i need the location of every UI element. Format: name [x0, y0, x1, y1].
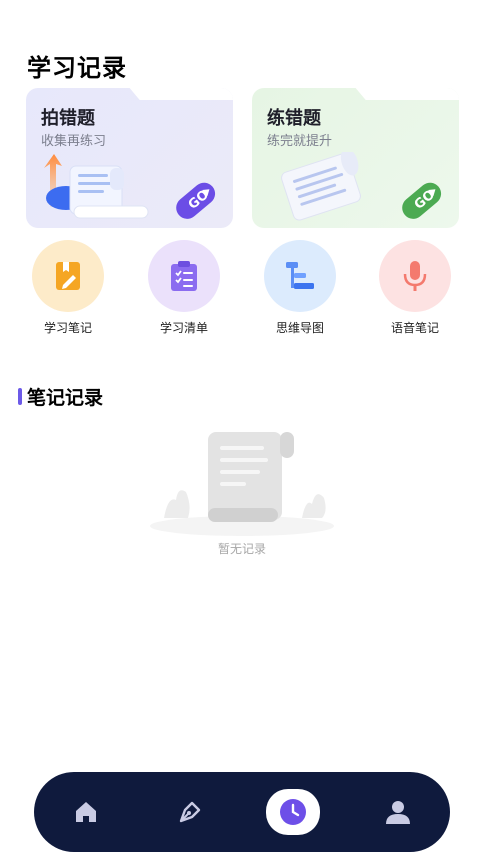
card-title: 练错题 — [267, 108, 321, 129]
fountain-pen-icon — [179, 801, 201, 823]
quick-action-mind-map[interactable]: 思维导图 — [255, 240, 345, 336]
go-badge[interactable]: GO — [171, 176, 219, 224]
paper-scroll-illustration — [281, 152, 361, 221]
document-scroll-illustration — [44, 154, 149, 219]
card-subtitle: 练完就提升 — [267, 134, 333, 149]
user-icon — [386, 801, 410, 824]
quick-action-study-notes[interactable]: 学习笔记 — [23, 240, 113, 336]
quick-action-label: 学习清单 — [159, 321, 208, 335]
practice-mistakes-card[interactable]: 练错题 练完就提升 GO — [252, 88, 459, 228]
card-subtitle: 收集再练习 — [41, 134, 107, 149]
tab-record[interactable] — [266, 789, 320, 835]
go-badge[interactable]: GO — [397, 176, 445, 224]
mind-map-icon — [264, 240, 336, 312]
home-icon — [76, 802, 96, 822]
quick-action-label: 学习笔记 — [43, 321, 92, 335]
section-accent-bar — [18, 388, 22, 405]
quick-action-voice-notes[interactable]: 语音笔记 — [370, 240, 460, 336]
clock-icon — [280, 799, 306, 825]
microphone-icon — [379, 240, 451, 312]
tab-home[interactable] — [60, 790, 112, 834]
section-title: 笔记记录 — [27, 387, 104, 409]
quick-action-label: 思维导图 — [275, 321, 324, 335]
bottom-tab-bar — [34, 772, 450, 852]
tab-profile[interactable] — [372, 790, 424, 834]
quick-action-label: 语音笔记 — [390, 321, 439, 335]
empty-state-text: 暂无记录 — [217, 542, 266, 556]
tab-pen[interactable] — [164, 790, 216, 834]
page-title: 学习记录 — [27, 54, 127, 82]
notebook-pen-icon — [32, 240, 104, 312]
capture-mistakes-card[interactable]: 拍错题 收集再练习 GO — [26, 88, 233, 228]
quick-action-study-list[interactable]: 学习清单 — [139, 240, 229, 336]
clipboard-checklist-icon — [148, 240, 220, 312]
card-title: 拍错题 — [41, 108, 95, 129]
notes-section-header: 笔记记录 — [18, 383, 103, 410]
